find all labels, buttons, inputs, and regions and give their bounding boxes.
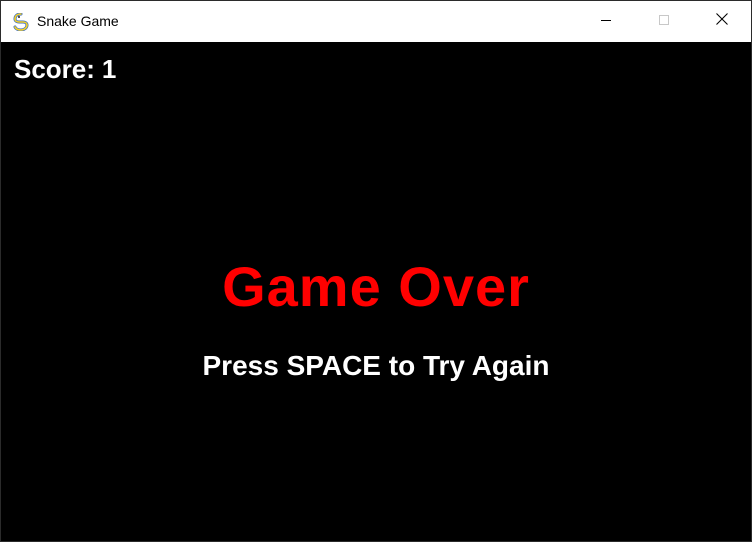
maximize-icon <box>658 13 670 31</box>
window-title: Snake Game <box>37 13 119 29</box>
score-value: 1 <box>101 54 117 84</box>
game-over-text: Game Over <box>222 255 530 318</box>
retry-prompt: Press SPACE to Try Again <box>202 350 550 381</box>
close-button[interactable] <box>693 1 751 42</box>
score-display: Score: 1 <box>14 54 116 85</box>
minimize-icon <box>600 13 612 31</box>
pygame-snake-icon <box>12 12 30 32</box>
title-bar[interactable]: Snake Game <box>1 1 751 42</box>
game-window: Snake Game Score: 1 Game Over Press SPACE… <box>0 0 752 542</box>
game-canvas[interactable]: Score: 1 Game Over Press SPACE to Try Aga… <box>1 42 751 541</box>
close-icon <box>715 12 729 31</box>
score-label: Score: <box>14 54 95 84</box>
minimize-button[interactable] <box>577 1 635 42</box>
maximize-button[interactable] <box>635 1 693 42</box>
